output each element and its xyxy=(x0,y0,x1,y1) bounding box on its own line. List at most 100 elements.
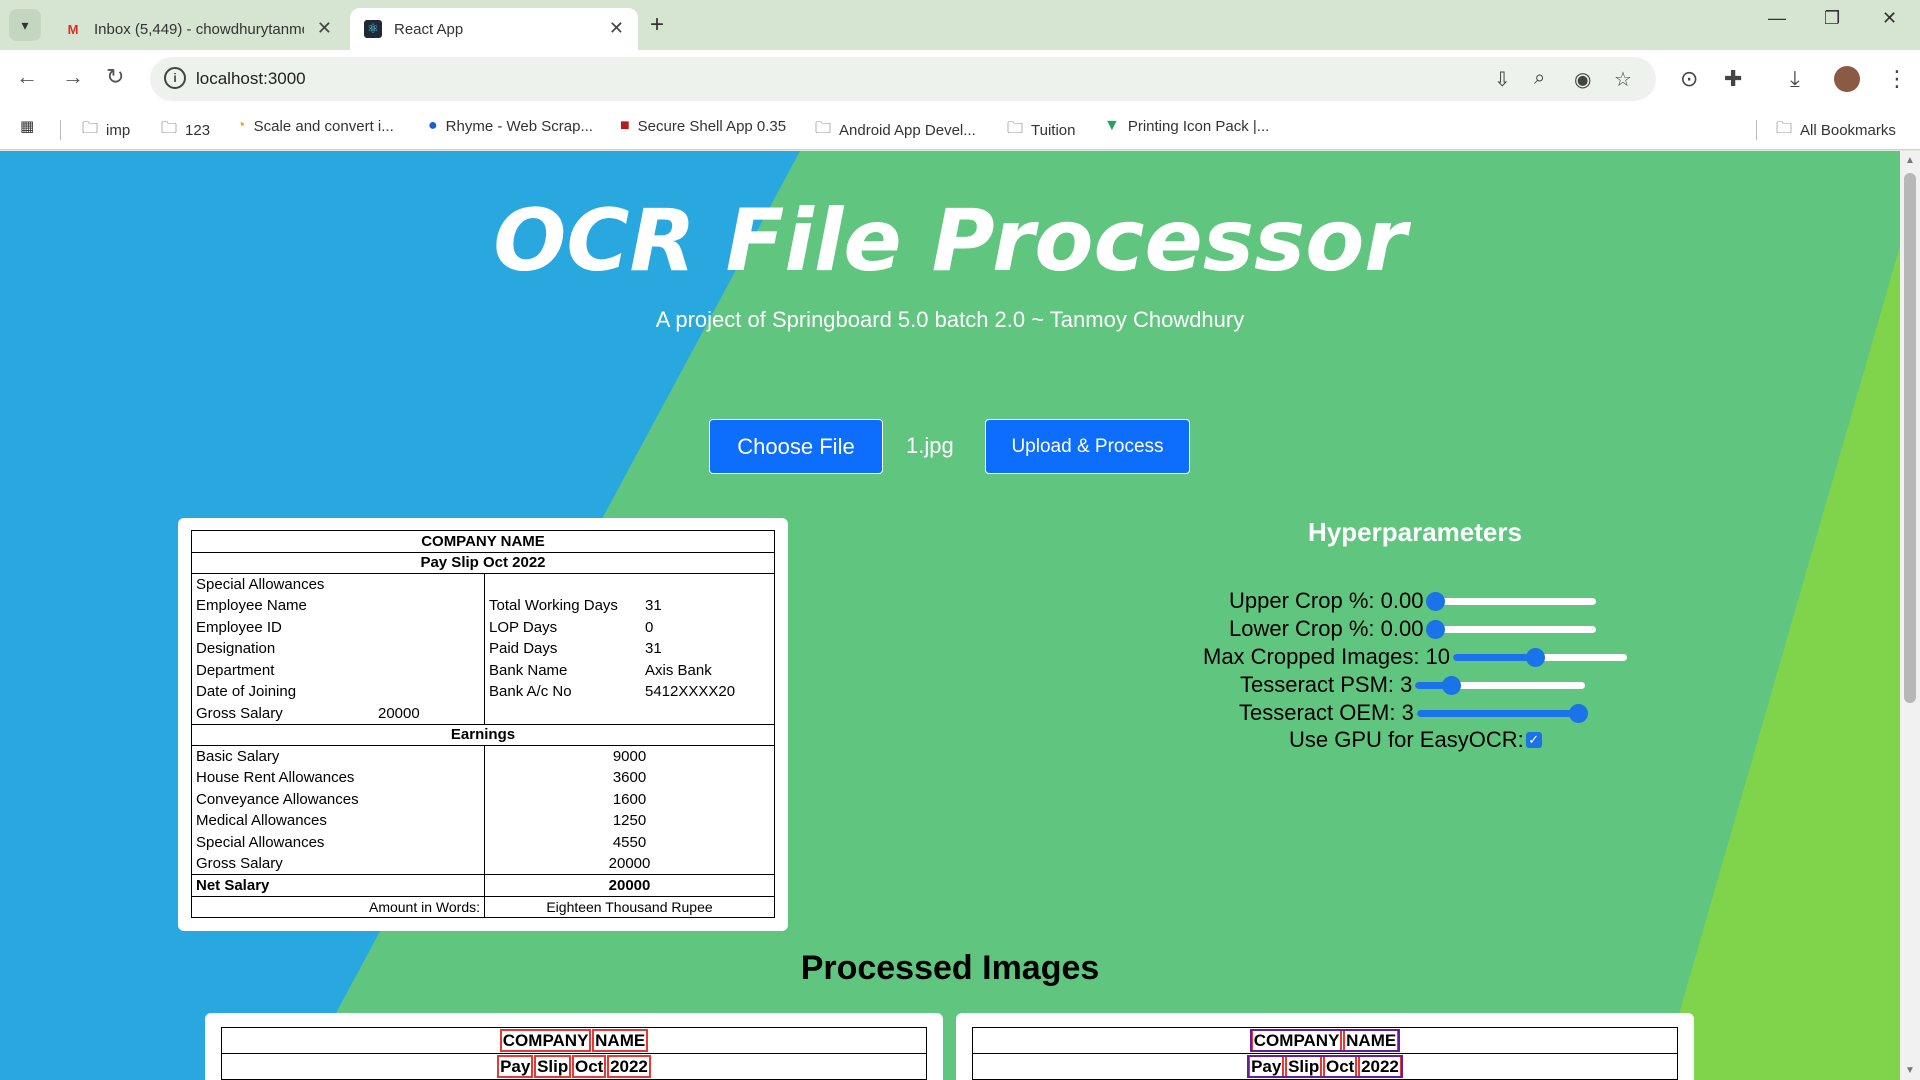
slider-thumb[interactable] xyxy=(1568,704,1588,723)
back-icon[interactable]: ← xyxy=(16,64,38,90)
bookmark-rhyme[interactable]: ● Rhyme - Web Scrap... xyxy=(428,117,593,135)
field-label: Bank A/c No xyxy=(489,683,572,701)
bookmark-label: Tuition xyxy=(1031,122,1076,139)
lower-crop-slider[interactable] xyxy=(1426,616,1597,642)
checkmark-icon: ✓ xyxy=(1528,732,1540,747)
detected-word: Slip xyxy=(534,1054,572,1078)
max-cropped-slider[interactable] xyxy=(1453,644,1628,670)
tab-search-button[interactable]: ▾ xyxy=(9,9,41,41)
earning-value: 1600 xyxy=(484,788,775,810)
page-scrollbar[interactable]: ▲ ▼ xyxy=(1900,151,1920,1080)
tab-gmail[interactable]: M Inbox (5,449) - chowdhurytanmoy ✕ xyxy=(50,8,346,50)
use-gpu-label: Use GPU for EasyOCR: xyxy=(1289,727,1524,752)
field-value: Axis Bank xyxy=(645,661,712,679)
field-label: LOP Days xyxy=(489,618,558,636)
slider-thumb[interactable] xyxy=(1426,620,1446,639)
bookmark-secure-shell[interactable]: ■ Secure Shell App 0.35 xyxy=(620,117,786,135)
tesseract-psm-slider[interactable] xyxy=(1415,672,1586,698)
bookmark-printing-icon-pack[interactable]: ▼ Printing Icon Pack |... xyxy=(1104,117,1269,135)
divider xyxy=(60,120,61,140)
bookmark-123[interactable]: 🗀 123 xyxy=(161,117,210,144)
earning-value: 3600 xyxy=(484,767,775,789)
apps-icon[interactable]: ▦ xyxy=(20,117,34,135)
upper-crop-row: Upper Crop %: 0.00 xyxy=(1229,588,1597,614)
page-viewport: OCR File Processor A project of Springbo… xyxy=(0,151,1920,1080)
earning-label: Medical Allowances xyxy=(191,810,485,832)
downloads-icon[interactable]: ⤓ xyxy=(1790,66,1800,92)
field-value: 0 xyxy=(645,618,654,636)
minimize-button[interactable]: — xyxy=(1768,8,1786,29)
bookmark-label: Scale and convert i... xyxy=(253,117,394,135)
detected-word: NAME xyxy=(592,1028,649,1052)
scrollbar-thumb[interactable] xyxy=(1904,173,1916,703)
scroll-up-icon[interactable]: ▲ xyxy=(1905,155,1915,166)
field-value: 31 xyxy=(645,640,662,658)
new-tab-button[interactable]: + xyxy=(650,11,664,39)
left-field: Employee ID xyxy=(191,616,485,638)
bookmark-star-icon[interactable]: ☆ xyxy=(1614,67,1632,92)
bookmark-android[interactable]: 🗀 Android App Devel... xyxy=(815,117,976,144)
slider-track xyxy=(1426,626,1597,633)
extensions-icon[interactable]: ✚ xyxy=(1724,66,1742,92)
detected-word: NAME xyxy=(1343,1028,1400,1052)
close-icon[interactable]: ✕ xyxy=(609,18,624,39)
tesseract-oem-label: Tesseract OEM: 3 xyxy=(1239,700,1414,725)
page-subtitle: A project of Springboard 5.0 batch 2.0 ~… xyxy=(655,307,1245,332)
tracking-protection-icon[interactable]: ◉ xyxy=(1574,67,1591,92)
camera-icon[interactable]: ⊙ xyxy=(1680,66,1698,92)
max-cropped-label: Max Cropped Images: 10 xyxy=(1203,644,1451,669)
tab-title: React App xyxy=(394,20,464,38)
bookmark-tuition[interactable]: 🗀 Tuition xyxy=(1007,117,1075,144)
bookmark-label: Secure Shell App 0.35 xyxy=(637,117,787,135)
choose-file-button[interactable]: Choose File xyxy=(709,419,883,474)
field-value: 20000 xyxy=(378,704,420,722)
slider-fill xyxy=(1416,710,1578,717)
chevron-down-icon: ▾ xyxy=(21,16,29,33)
window-close-button[interactable]: ✕ xyxy=(1882,8,1897,29)
menu-icon[interactable]: ⋮ xyxy=(1886,66,1908,92)
zoom-icon[interactable]: ⌕ xyxy=(1534,67,1545,90)
upload-process-button[interactable]: Upload & Process xyxy=(985,419,1190,474)
uploaded-image-preview: COMPANY NAME Pay Slip Oct 2022 Special A… xyxy=(178,518,788,931)
close-icon[interactable]: ✕ xyxy=(317,18,332,39)
detected-word: COMPANY xyxy=(499,1028,592,1052)
tab-react-app[interactable]: ⚛ React App ✕ xyxy=(350,8,638,50)
tesseract-psm-row: Tesseract PSM: 3 xyxy=(1240,672,1586,698)
payslip-table: COMPANY NAME Pay Slip Oct 2022 Special A… xyxy=(191,530,775,918)
slider-thumb[interactable] xyxy=(1426,592,1446,611)
site-icon: ■ xyxy=(620,117,630,134)
divider xyxy=(1756,120,1757,140)
earning-value: 1250 xyxy=(484,810,775,832)
bookmark-label: imp xyxy=(106,122,131,139)
slider-thumb[interactable] xyxy=(1442,676,1462,695)
selected-file-name: 1.jpg xyxy=(906,433,954,458)
forward-icon[interactable]: → xyxy=(62,64,84,90)
bookmark-imp[interactable]: 🗀 imp xyxy=(82,117,130,144)
bookmark-label: 123 xyxy=(185,122,211,139)
payslip-period: Pay Slip Oct 2022 xyxy=(191,551,775,574)
detected-line: Pay Slip Oct 2022 xyxy=(221,1053,927,1080)
tab-title: Inbox (5,449) - chowdhurytanmoy xyxy=(94,20,304,38)
bookmark-scale-convert[interactable]: ◔ Scale and convert i... xyxy=(236,117,394,135)
gmail-icon: M xyxy=(67,21,79,37)
folder-icon: 🗀 xyxy=(1007,120,1024,137)
profile-avatar[interactable] xyxy=(1834,66,1860,92)
restore-button[interactable]: ❐ xyxy=(1824,8,1840,29)
bookmarks-bar: ▦ 🗀 imp 🗀 123 ◔ Scale and convert i... ● Rhy… xyxy=(0,108,1920,150)
slider-thumb[interactable] xyxy=(1525,648,1545,667)
folder-icon: 🗀 xyxy=(82,120,99,137)
lower-crop-row: Lower Crop %: 0.00 xyxy=(1229,616,1597,642)
site-info-icon[interactable]: i xyxy=(164,67,186,89)
gross-salary-summary: Gross Salary 20000 xyxy=(191,702,485,725)
tesseract-oem-slider[interactable] xyxy=(1416,700,1588,726)
install-app-icon[interactable]: ⇩ xyxy=(1494,67,1511,92)
upper-crop-slider[interactable] xyxy=(1426,588,1597,614)
address-bar[interactable]: i localhost:3000 ⇩ ⌕ ◉ ☆ xyxy=(150,57,1656,101)
scroll-down-icon[interactable]: ▼ xyxy=(1905,1065,1915,1076)
hyperparameters-title: Hyperparameters xyxy=(1308,517,1522,547)
all-bookmarks[interactable]: 🗀 All Bookmarks xyxy=(1776,117,1896,144)
use-gpu-checkbox[interactable]: ✓ xyxy=(1525,732,1542,748)
browser-toolbar: ← → ↻ i localhost:3000 ⇩ ⌕ ◉ ☆ ⊙ ✚ ⤓ ⋮ xyxy=(0,50,1920,108)
reload-icon[interactable]: ↻ xyxy=(106,64,124,90)
url-text[interactable]: localhost:3000 xyxy=(196,69,306,89)
